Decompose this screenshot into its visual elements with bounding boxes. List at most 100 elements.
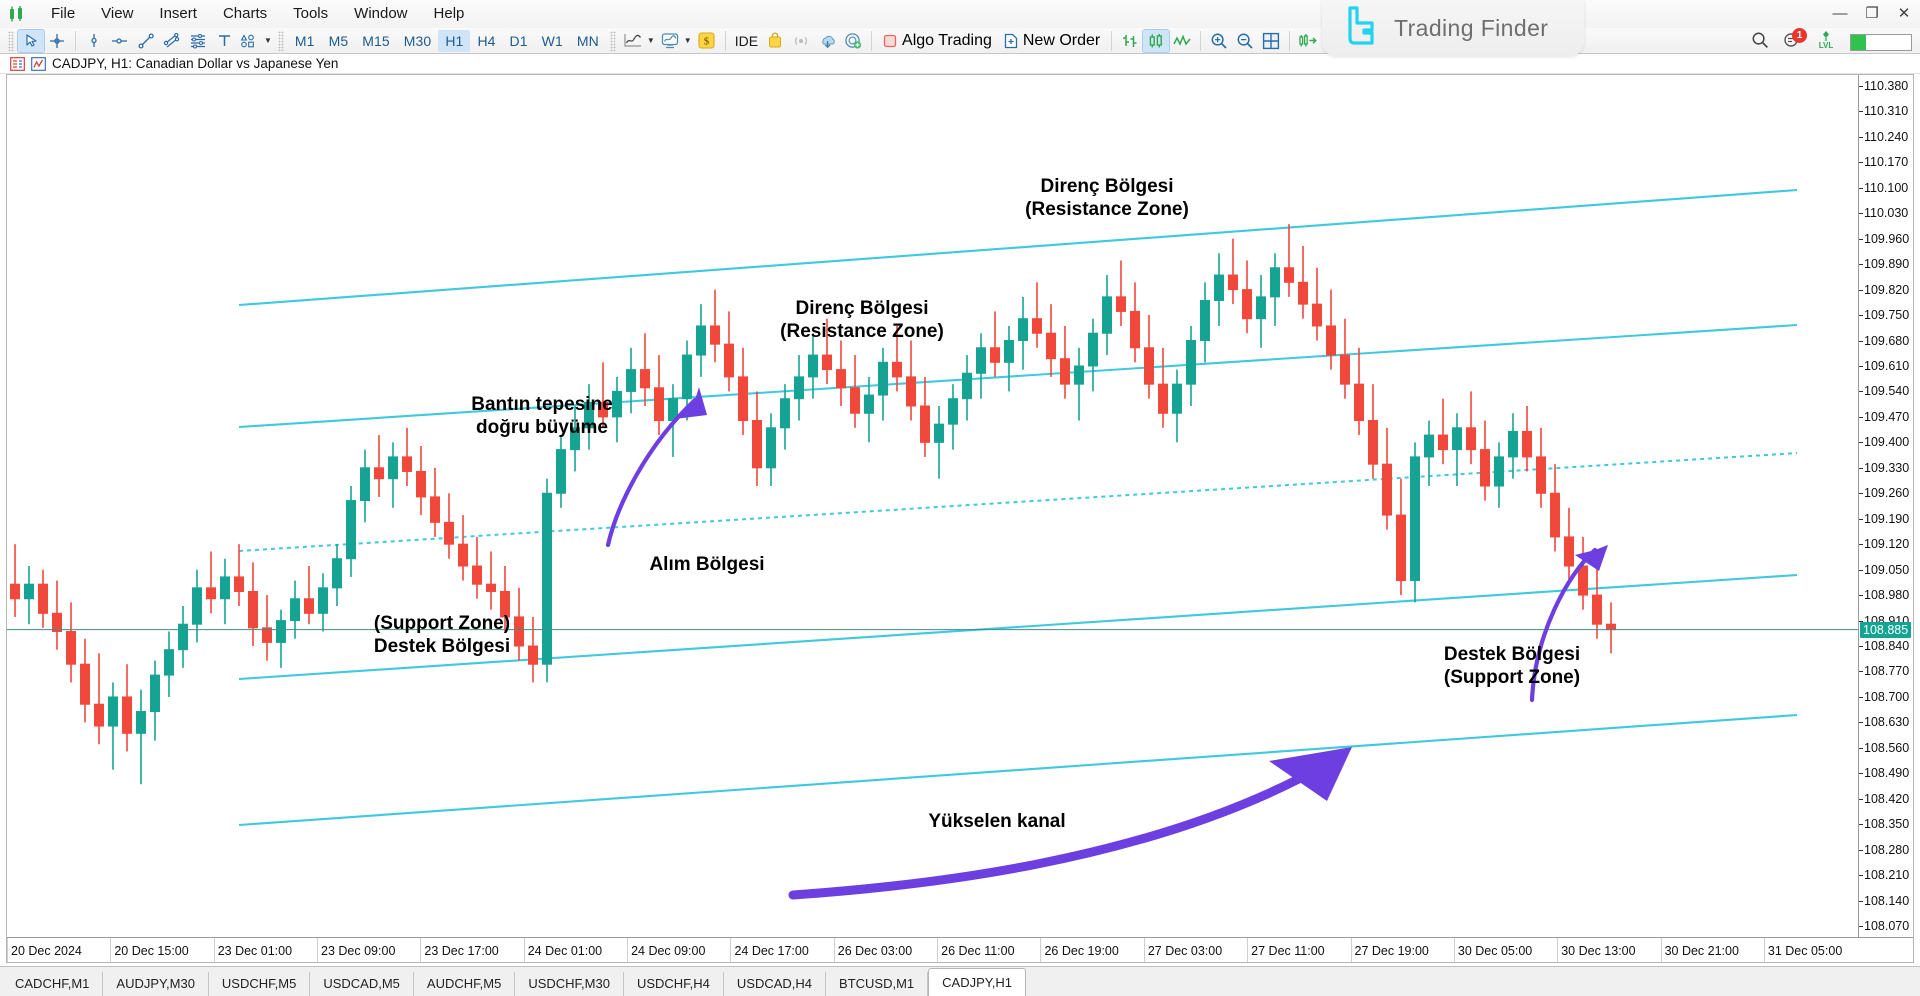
bar-chart-icon[interactable] <box>1117 30 1143 52</box>
cloud-storage-icon[interactable] <box>814 30 840 52</box>
crosshair-tool-icon[interactable] <box>44 30 70 52</box>
price-scale[interactable]: 110.380 110.310 110.240 110.170 110.100 110.0… <box>1858 75 1913 937</box>
line-chart-icon[interactable] <box>620 30 646 52</box>
chart-tab-usdchf-h4[interactable]: USDCHF,H4 <box>624 972 724 996</box>
trendline-tool-icon[interactable] <box>133 30 159 52</box>
metatrader-logo-icon <box>6 4 32 24</box>
ide-button[interactable]: IDE <box>731 33 762 49</box>
menu-charts[interactable]: Charts <box>210 2 280 26</box>
menu-help[interactable]: Help <box>421 2 478 26</box>
time-tick-label: 23 Dec 09:00 <box>321 944 396 958</box>
close-button[interactable]: ✕ <box>1896 4 1912 22</box>
lvl-icon[interactable]: LVL <box>1816 30 1836 54</box>
price-tick-mark <box>1859 569 1863 571</box>
new-order-button[interactable]: New Order <box>998 30 1106 52</box>
search-icon[interactable] <box>1751 31 1769 54</box>
chart-tab-cadjpy-h1[interactable]: CADJPY,H1 <box>928 968 1026 996</box>
timeframe-w1[interactable]: W1 <box>535 30 570 52</box>
annotation-support-zone-right: Destek Bölgesi (Support Zone) <box>1443 644 1581 689</box>
time-tick-label: 27 Dec 03:00 <box>1147 944 1223 958</box>
menu-insert[interactable]: Insert <box>146 2 210 26</box>
market-bag-icon[interactable] <box>762 30 788 52</box>
chart-tab-usdchf-m5[interactable]: USDCHF,M5 <box>209 972 311 996</box>
price-tick-mark <box>1859 646 1863 648</box>
price-tick-label: 108.770 <box>1864 664 1910 679</box>
chart-tab-audjpy-m30[interactable]: AUDJPY,M30 <box>103 972 209 996</box>
time-tick-label: 26 Dec 19:00 <box>1044 944 1119 958</box>
timeframe-d1[interactable]: D1 <box>503 30 535 52</box>
menu-tools[interactable]: Tools <box>280 2 341 26</box>
annotation-rising-channel: Yükselen kanal <box>928 811 1066 832</box>
auto-scroll-icon[interactable] <box>1295 30 1321 52</box>
price-tick-label: 109.400 <box>1864 435 1910 450</box>
time-tick-separator <box>1040 938 1042 962</box>
indicators-dropdown-caret-icon[interactable]: ▼ <box>684 36 692 45</box>
grid-icon[interactable] <box>1258 30 1284 52</box>
maximize-button[interactable]: ❐ <box>1864 4 1880 22</box>
line-chart-dropdown-caret-icon[interactable]: ▼ <box>647 36 655 45</box>
timeframe-m30[interactable]: M30 <box>397 30 439 52</box>
annotation-arrows-layer <box>605 387 1608 900</box>
signals-broadcast-icon[interactable] <box>788 30 814 52</box>
time-tick-label: 24 Dec 17:00 <box>734 944 809 958</box>
menu-view[interactable]: View <box>88 2 146 26</box>
chart-tab-cadchf-m1[interactable]: CADCHF,M1 <box>2 972 104 996</box>
time-tick-label: 20 Dec 2024 <box>11 944 82 958</box>
zoom-in-icon[interactable] <box>1206 30 1232 52</box>
time-scale[interactable]: 20 Dec 2024 20 Dec 15:00 23 Dec 01:00 23 De… <box>7 937 1913 962</box>
timeframe-mn[interactable]: MN <box>570 30 606 52</box>
annotation-resistance-zone-mid: Direnç Bölgesi (Resistance Zone) <box>780 298 944 343</box>
chart-tab-btcusd-m1[interactable]: BTCUSD,M1 <box>826 972 929 996</box>
chart-area[interactable]: Direnç Bölgesi (Resistance Zone) Direnç Bö… <box>6 74 1914 963</box>
price-tick-label: 108.980 <box>1864 588 1910 603</box>
time-tick-label: 30 Dec 05:00 <box>1457 944 1533 958</box>
menu-window[interactable]: Window <box>341 2 420 26</box>
algo-trading-button[interactable]: Algo Trading <box>877 30 998 52</box>
chart-tab-usdcad-m5[interactable]: USDCAD,M5 <box>310 972 414 996</box>
time-tick-separator <box>1247 938 1249 962</box>
minimize-button[interactable]: — <box>1832 5 1848 22</box>
line-chart-style-icon[interactable] <box>1169 30 1195 52</box>
time-tick-separator <box>1453 938 1455 962</box>
main-menu: File View Insert Charts Tools Window Hel… <box>38 2 477 26</box>
price-tick-mark <box>1859 416 1863 418</box>
shapes-tool-icon[interactable] <box>237 30 263 52</box>
toolbar-status-group: 1 LVL <box>1751 27 1912 54</box>
zoom-out-icon[interactable] <box>1232 30 1258 52</box>
timeframe-h1[interactable]: H1 <box>438 29 471 52</box>
price-tick-mark <box>1859 875 1863 877</box>
channel-tool-icon[interactable] <box>159 30 185 52</box>
chart-tab-usdchf-m30[interactable]: USDCHF,M30 <box>515 972 624 996</box>
timeframe-h4[interactable]: H4 <box>470 30 502 52</box>
timeframe-m1[interactable]: M1 <box>288 30 322 52</box>
pointer-tool-icon[interactable] <box>17 28 45 53</box>
candlestick-chart-icon[interactable] <box>1142 28 1171 53</box>
menu-file[interactable]: File <box>38 2 88 26</box>
horizontal-line-tool-icon[interactable] <box>107 30 133 52</box>
price-tick-mark <box>1859 518 1863 520</box>
toolbar-grip[interactable] <box>8 30 14 51</box>
price-tick-mark <box>1859 773 1863 775</box>
toolbar-grip-2[interactable] <box>277 30 284 51</box>
fibonacci-tool-icon[interactable] <box>185 30 211 52</box>
price-tick-mark <box>1859 849 1863 851</box>
vps-hosting-icon[interactable] <box>840 30 866 52</box>
text-tool-icon[interactable] <box>211 30 237 52</box>
notifications-icon[interactable]: 1 <box>1783 27 1807 54</box>
toolbar-grip-3[interactable] <box>609 30 616 51</box>
algo-trading-label: Algo Trading <box>902 31 992 49</box>
annotation-resistance-zone-top: Direnç Bölgesi (Resistance Zone) <box>1025 176 1189 221</box>
chart-tab-audchf-m5[interactable]: AUDCHF,M5 <box>414 972 516 996</box>
chart-tab-usdcad-h4[interactable]: USDCAD,H4 <box>724 972 827 996</box>
connection-strength-bar[interactable] <box>1850 33 1912 51</box>
chart-plot[interactable]: Direnç Bölgesi (Resistance Zone) Direnç Bö… <box>7 75 1859 937</box>
shapes-dropdown-caret-icon[interactable]: ▼ <box>264 36 272 45</box>
indicators-icon[interactable] <box>657 30 683 52</box>
price-tick-mark <box>1859 671 1863 673</box>
timeframe-m5[interactable]: M5 <box>322 30 356 52</box>
timeframe-m15[interactable]: M15 <box>355 30 397 52</box>
vertical-line-tool-icon[interactable] <box>81 30 107 52</box>
price-tick-label: 110.310 <box>1864 104 1909 119</box>
dollar-templates-icon[interactable]: $ <box>694 30 720 52</box>
price-tick-label: 110.240 <box>1864 129 1909 144</box>
